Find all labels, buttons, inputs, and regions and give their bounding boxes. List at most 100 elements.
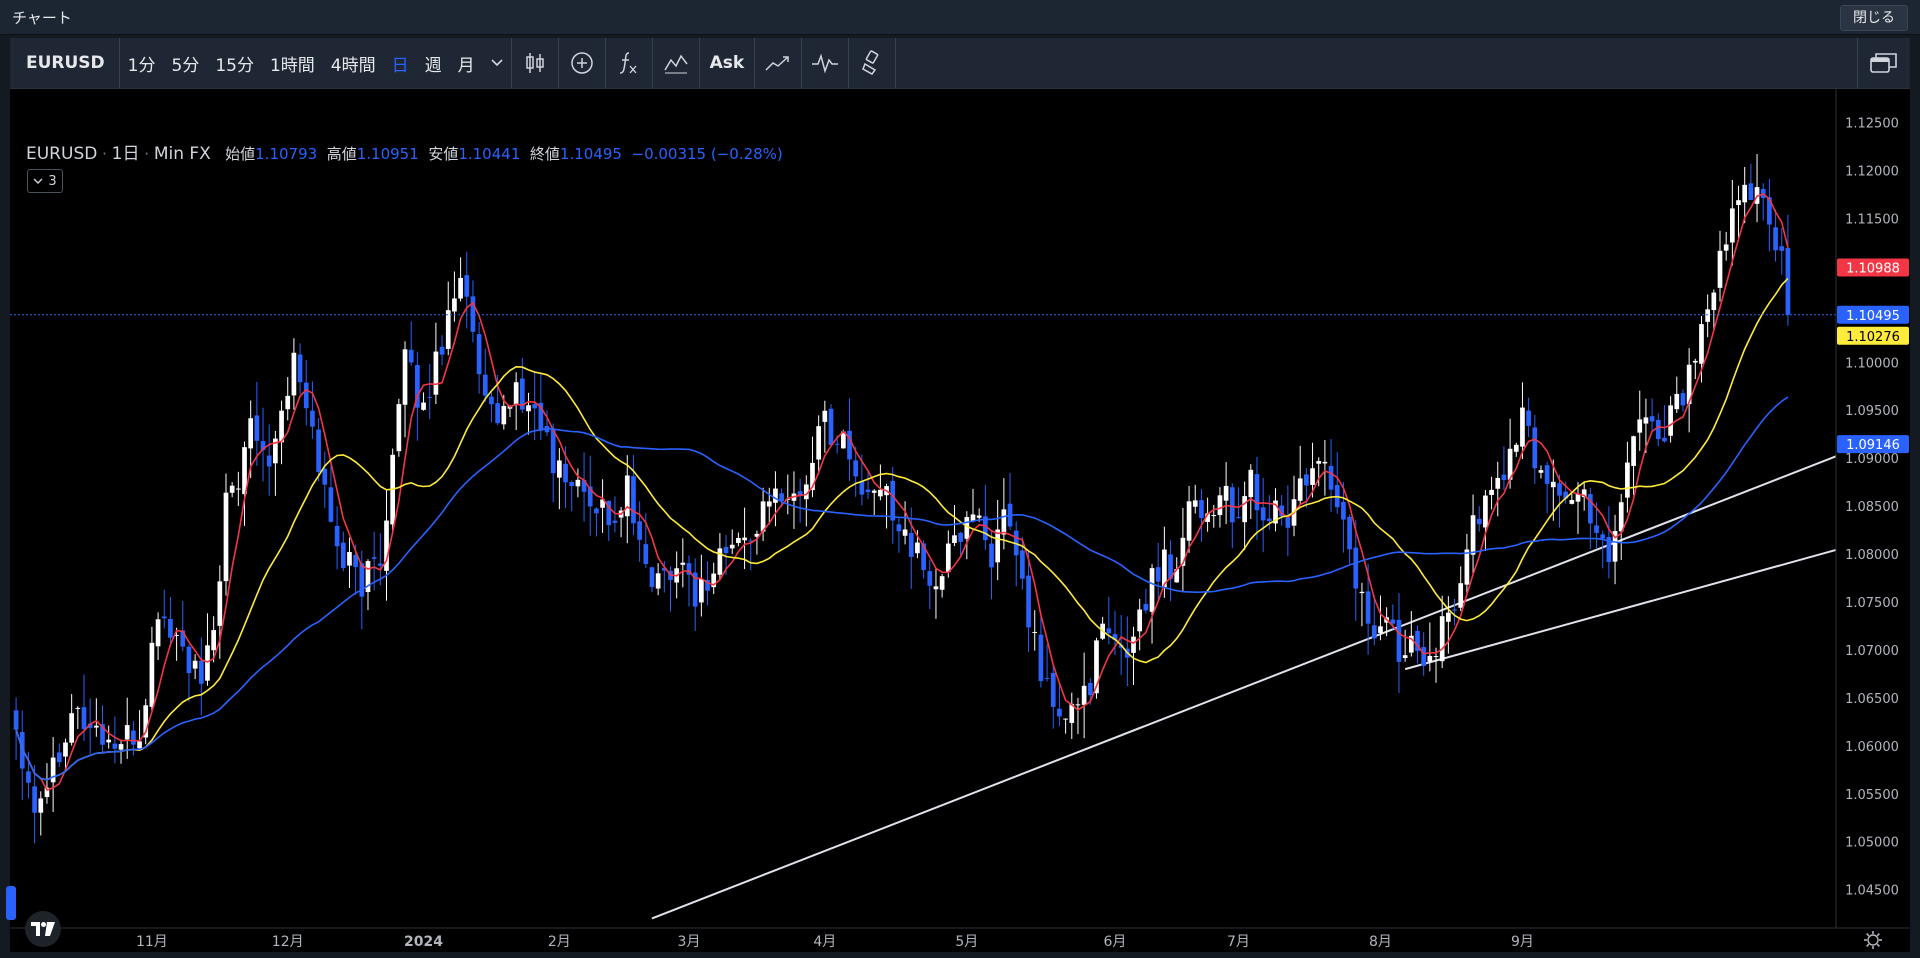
candle-body: [482, 374, 488, 396]
indicators-collapse-button[interactable]: 3: [27, 169, 63, 193]
candle-body: [124, 725, 130, 740]
price-label: 1.10495: [1846, 309, 1900, 324]
candle-body: [1248, 469, 1254, 498]
candle-body: [445, 310, 451, 349]
plus-circle-icon[interactable]: [559, 38, 605, 88]
candle-body: [303, 382, 309, 409]
candle-body: [649, 567, 655, 587]
window-titlebar: チャート 閉じる: [0, 0, 1920, 35]
candle-body: [408, 349, 414, 363]
candle-body: [316, 429, 321, 472]
trend-icon[interactable]: [802, 38, 848, 88]
symbol-button[interactable]: EURUSD: [10, 38, 119, 88]
legend-high-label: 高値: [326, 145, 357, 163]
candle-body: [1322, 461, 1328, 464]
candle-body: [63, 742, 68, 757]
candle-body: [927, 571, 933, 586]
candle-body: [1723, 244, 1729, 251]
candle-body: [1483, 495, 1488, 528]
candle-body: [1520, 407, 1525, 447]
candle-body: [1044, 677, 1050, 679]
legend-symbol[interactable]: EURUSD: [26, 144, 97, 164]
interval-5m[interactable]: 5分: [164, 38, 208, 88]
candle-body: [334, 525, 340, 547]
interval-dropdown-chevron-icon[interactable]: [483, 38, 511, 88]
candle-body: [347, 552, 352, 566]
candle-body: [1557, 483, 1562, 496]
candle-body: [729, 544, 735, 549]
interval-month[interactable]: 月: [450, 38, 483, 88]
price-label: 1.09146: [1846, 438, 1900, 453]
candle-body: [1285, 517, 1291, 528]
candle-body: [1680, 393, 1686, 406]
windows-layout-icon[interactable]: [1857, 38, 1910, 88]
candle-body: [1390, 619, 1396, 624]
candle-body: [1155, 567, 1161, 582]
candle-body: [1544, 465, 1550, 484]
price-label: 1.10276: [1846, 330, 1900, 345]
candle-body: [155, 619, 161, 647]
candle-body: [1655, 419, 1661, 440]
candle-body: [865, 489, 871, 493]
candle-body: [69, 713, 74, 743]
compare-icon[interactable]: [755, 38, 801, 88]
candle-body: [1470, 515, 1476, 555]
candle-body: [631, 476, 636, 524]
candle-body: [1705, 309, 1711, 322]
x-tick-label: 12月: [272, 934, 304, 950]
candle-body: [106, 739, 112, 743]
candle-body: [1199, 500, 1204, 518]
brush-icon[interactable]: [849, 38, 895, 88]
candle-body: [1063, 718, 1068, 720]
legend-high-value: 1.10951: [356, 145, 419, 163]
candle-body: [297, 354, 303, 383]
interval-week[interactable]: 週: [417, 38, 450, 88]
indicators-icon[interactable]: [653, 38, 699, 88]
candle-body: [1618, 502, 1624, 532]
candle-body: [340, 542, 346, 569]
candle-body: [1464, 549, 1470, 585]
candle-body: [1446, 612, 1451, 622]
candle-body: [1625, 462, 1630, 498]
candle-body: [118, 744, 124, 750]
tradingview-logo-icon[interactable]: [25, 911, 61, 947]
candle-body: [952, 535, 957, 543]
candle-body: [933, 586, 939, 590]
y-tick-label: 1.05500: [1845, 788, 1899, 803]
side-panel-toggle[interactable]: [6, 886, 16, 920]
close-button[interactable]: 閉じる: [1840, 5, 1908, 31]
candlestick-chart[interactable]: 1.125001.120001.115001.110001.100001.095…: [10, 89, 1910, 952]
candle-body: [1513, 444, 1519, 452]
candle-body: [1779, 246, 1785, 251]
interval-15m[interactable]: 15分: [207, 38, 262, 88]
ask-button[interactable]: Ask: [700, 38, 755, 88]
candle-body: [1223, 485, 1229, 501]
candle-body: [1371, 625, 1377, 639]
candle-body: [1421, 647, 1427, 666]
interval-1m[interactable]: 1分: [120, 38, 164, 88]
candle-body: [371, 557, 377, 559]
candle-body: [377, 563, 383, 566]
interval-4h[interactable]: 4時間: [323, 38, 384, 88]
price-label: 1.10988: [1846, 262, 1900, 277]
interval-day[interactable]: 日: [384, 38, 417, 88]
candle-body: [186, 646, 192, 674]
candle-body: [1038, 634, 1044, 682]
candle-body: [655, 573, 661, 589]
candle-body: [328, 487, 334, 522]
candle-body: [890, 480, 896, 521]
candle-body: [816, 426, 822, 460]
candle-body: [32, 786, 37, 813]
candle-body: [513, 382, 519, 405]
candle-body: [1353, 547, 1359, 589]
candle-body: [396, 404, 402, 452]
chart-area[interactable]: 1.125001.120001.115001.110001.100001.095…: [6, 89, 1910, 952]
function-icon[interactable]: [606, 38, 652, 88]
candlestick-icon[interactable]: [512, 38, 558, 88]
candle-body: [1526, 410, 1531, 426]
candle-body: [1075, 704, 1081, 706]
candle-body: [878, 489, 883, 497]
candle-body: [1785, 248, 1791, 315]
interval-1h[interactable]: 1時間: [262, 38, 323, 88]
candle-body: [822, 410, 828, 422]
